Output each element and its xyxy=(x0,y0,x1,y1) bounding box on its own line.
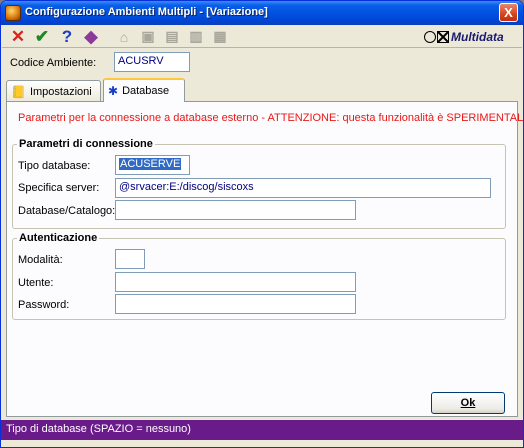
tab-impostazioni[interactable]: 📒 Impostazioni xyxy=(6,80,101,102)
toolbar: ✕ ✔ ? ◆ ⌂ ▣ ▤ ▥ ▦ Multidata xyxy=(2,25,522,48)
ok-button[interactable]: Ok xyxy=(431,392,505,414)
tab-label: Database xyxy=(122,85,170,97)
status-bar: Tipo di database (SPAZIO = nessuno) xyxy=(1,420,523,440)
modalita-input[interactable] xyxy=(115,249,145,269)
title-bar[interactable]: Configurazione Ambienti Multipli - [Vari… xyxy=(1,1,523,25)
window-title: Configurazione Ambienti Multipli - [Vari… xyxy=(25,6,268,18)
close-button[interactable]: X xyxy=(499,3,518,22)
codice-input[interactable]: ACUSRV xyxy=(114,52,190,72)
binoculars-icon: ⌂ xyxy=(119,28,129,45)
password-label: Password: xyxy=(18,299,70,311)
paste-icon: ▤ xyxy=(165,28,179,44)
server-input[interactable]: @srvacer:E:/discog/siscoxs xyxy=(115,178,491,198)
tab-label: Impostazioni xyxy=(29,85,92,98)
connessione-title: Parametri di connessione xyxy=(17,138,155,150)
app-icon xyxy=(5,5,21,21)
utente-label: Utente: xyxy=(18,277,54,289)
tipo-database-input[interactable]: ACUSERVE xyxy=(115,155,190,175)
delete-icon: ▦ xyxy=(213,28,227,44)
help-icon[interactable]: ? xyxy=(57,27,77,46)
tipo-value: ACUSERVE xyxy=(119,158,182,170)
server-label: Specifica server: xyxy=(18,182,100,194)
folder-icon: 📒 xyxy=(11,84,26,99)
logo-text: Multidata xyxy=(451,29,504,44)
utente-input[interactable] xyxy=(115,272,356,292)
tools-icon[interactable]: ◆ xyxy=(81,27,101,46)
bottom-strip xyxy=(1,440,523,447)
autenticazione-title: Autenticazione xyxy=(17,232,100,244)
catalogo-input[interactable] xyxy=(115,200,356,220)
codice-label: Codice Ambiente: xyxy=(10,57,97,69)
warning-text: Parametri per la connessione a database … xyxy=(18,112,524,124)
tab-database[interactable]: ✱ Database xyxy=(103,78,185,102)
gear-icon: ✱ xyxy=(108,84,119,98)
logo-circle-icon xyxy=(424,30,436,43)
confirm-icon[interactable]: ✔ xyxy=(32,27,52,46)
logo-box-icon xyxy=(437,30,449,43)
multidata-logo: Multidata xyxy=(424,27,518,46)
print-icon: ▥ xyxy=(189,28,203,44)
catalogo-label: Database/Catalogo: xyxy=(18,205,116,217)
cancel-icon[interactable]: ✕ xyxy=(8,27,28,46)
modalita-label: Modalità: xyxy=(18,254,63,266)
main-window: Configurazione Ambienti Multipli - [Vari… xyxy=(0,0,524,448)
tipo-label: Tipo database: xyxy=(18,160,91,172)
password-input[interactable] xyxy=(115,294,356,314)
copy-icon: ▣ xyxy=(141,28,155,44)
